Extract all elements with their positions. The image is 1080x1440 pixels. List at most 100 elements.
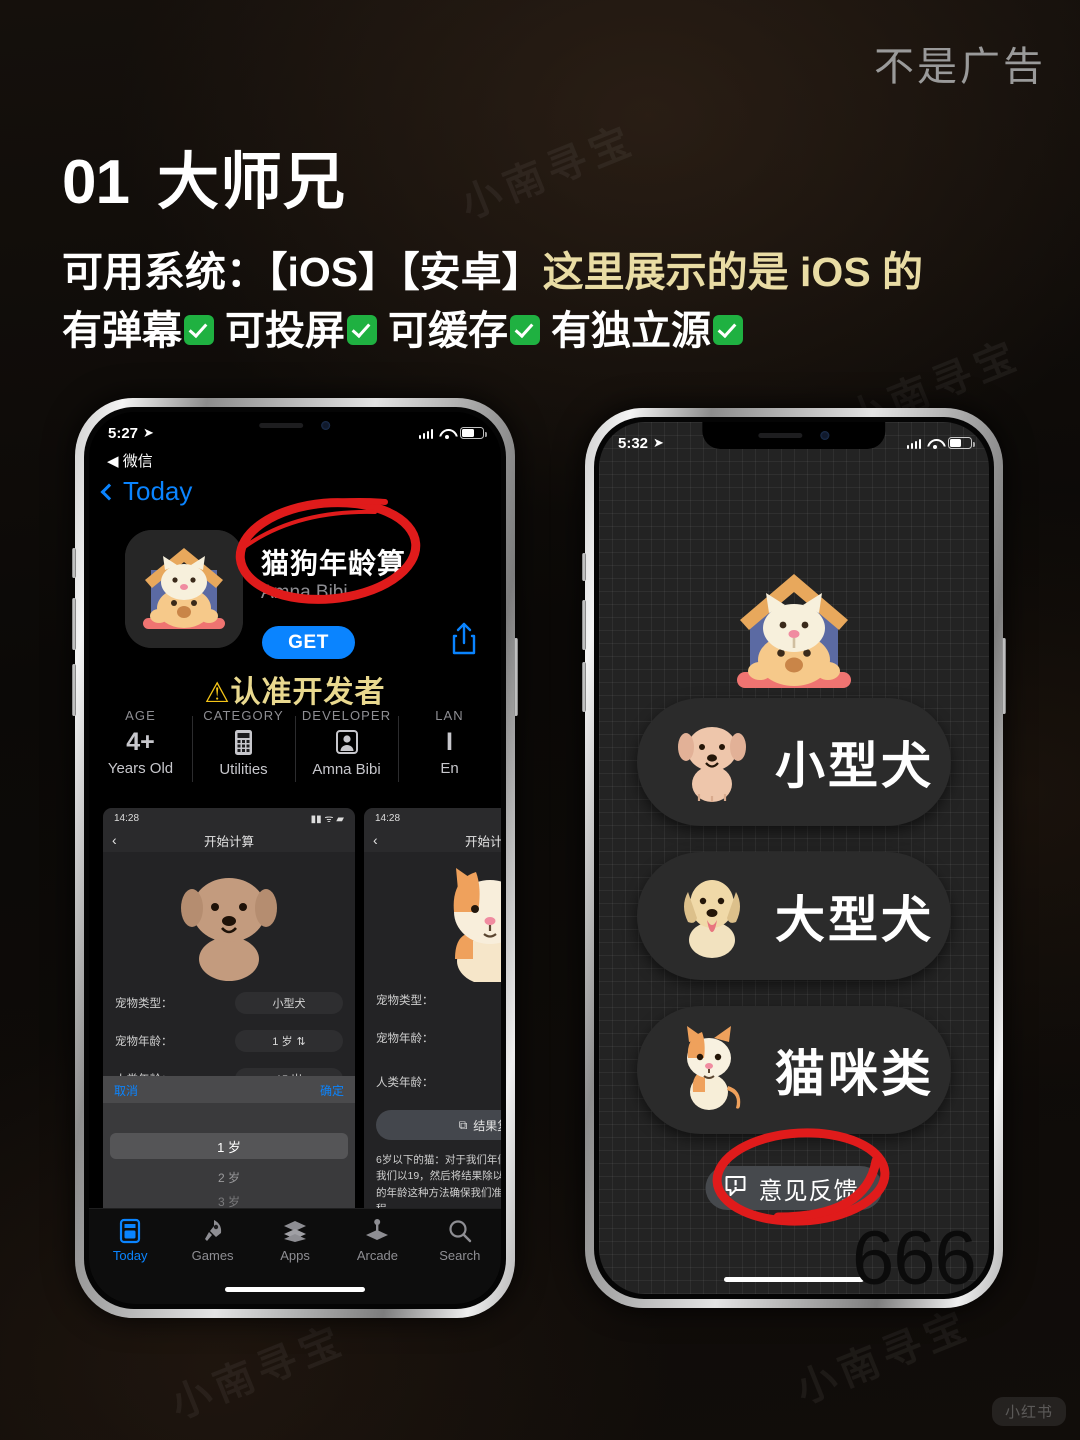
overlay-number: 666 — [852, 1216, 977, 1301]
large-dog-icon — [671, 870, 753, 963]
info-cell-age: AGE 4+ Years Old — [89, 704, 192, 796]
picker-toolbar: 取消 确定 — [103, 1077, 355, 1103]
picker-cancel-button[interactable]: 取消 — [114, 1082, 138, 1099]
option-label: 猫咪类 — [775, 1046, 934, 1102]
check-icon — [510, 315, 540, 345]
app-developer: Amna Bibi — [261, 582, 348, 603]
screenshot-1[interactable]: 14:28 ▮▮ ᯤ ▰ ‹ 开始计算 宠物类型： 小型犬 宠物年龄： 1 岁 … — [103, 808, 355, 1236]
check-icon — [347, 315, 377, 345]
app-icon[interactable] — [125, 530, 243, 648]
tab-label: Search — [439, 1248, 481, 1263]
row-label: 宠物类型： — [115, 998, 173, 1010]
tab-apps[interactable]: Apps — [254, 1218, 336, 1263]
speaker-icon — [758, 433, 803, 438]
platform-note: 这里展示的是 iOS 的 — [542, 249, 924, 295]
feedback-label: 意见反馈 — [758, 1177, 859, 1205]
mute-switch[interactable] — [72, 548, 76, 578]
screenshot-row-type: 宠物类型： 小型犬 — [115, 992, 343, 1014]
tab-games[interactable]: Games — [171, 1218, 253, 1263]
battery-icon — [460, 427, 487, 439]
info-value: 4+ — [126, 728, 155, 756]
app-info-bar: AGE 4+ Years Old CATEGORY Utilities DEVE… — [89, 704, 501, 796]
status-left: 5:27 ➤ — [108, 425, 154, 442]
check-icon — [184, 315, 214, 345]
screenshot-statusbar: 14:28 — [364, 808, 501, 828]
info-cell-language: LAN I En — [398, 704, 501, 796]
screenshot-time: 14:28 — [114, 812, 140, 824]
get-button[interactable]: GET — [262, 626, 355, 659]
power-button[interactable] — [1002, 638, 1006, 714]
watermark: 小南寻宝 — [454, 117, 643, 228]
language-icon: I — [446, 728, 453, 756]
home-indicator[interactable] — [225, 1287, 365, 1292]
feature-0: 有弹幕 — [62, 309, 182, 353]
phone-left: 5:27 ➤ ◀ 微信 Today 猫狗年龄算 Amna Bibi GET ⚠认… — [72, 398, 518, 1318]
front-camera-icon — [820, 431, 830, 440]
screenshot-row-age: 宠物年龄： — [376, 1030, 501, 1046]
nav-back-today[interactable]: Today — [100, 476, 192, 507]
power-button[interactable] — [514, 638, 518, 716]
chevron-left-icon: ‹ — [112, 832, 117, 848]
search-icon — [447, 1218, 473, 1244]
calculator-icon — [231, 729, 256, 756]
not-an-ad-label: 不是广告 — [874, 45, 1046, 89]
volume-up-button[interactable] — [582, 600, 586, 650]
picker-option[interactable]: 2 岁 — [103, 1169, 355, 1186]
status-right — [418, 427, 487, 439]
option-large-dog[interactable]: 大型犬 — [637, 852, 951, 980]
check-icon — [713, 315, 743, 345]
app-store-page: 5:27 ➤ ◀ 微信 Today 猫狗年龄算 Amna Bibi GET ⚠认… — [89, 412, 501, 1304]
tab-arcade[interactable]: Arcade — [336, 1218, 418, 1263]
info-sub: Utilities — [219, 761, 268, 778]
mute-switch[interactable] — [582, 553, 586, 581]
screenshot-title: 开始计算 — [203, 834, 254, 849]
back-to-wechat-link[interactable]: ◀ 微信 — [107, 450, 153, 471]
volume-down-button[interactable] — [582, 662, 586, 712]
volume-up-button[interactable] — [72, 598, 76, 650]
screenshot-row-type: 宠物类型： — [376, 992, 501, 1008]
info-label: AGE — [125, 708, 156, 723]
screenshot-status-icons: ▮▮ ᯤ ▰ — [310, 814, 344, 825]
picker-selected-row[interactable]: 1 岁 — [110, 1133, 348, 1159]
share-icon[interactable] — [451, 622, 477, 656]
tab-label: Today — [112, 1248, 148, 1263]
wifi-icon — [439, 428, 454, 439]
info-sub: En — [440, 760, 459, 777]
info-cell-developer: DEVELOPER Amna Bibi — [295, 704, 398, 796]
row-label: 宠物类型： — [376, 995, 434, 1007]
app-icon-art — [125, 530, 243, 648]
option-label: 小型犬 — [775, 738, 934, 794]
copy-result-button[interactable]: ⧉ 结果复制 — [376, 1110, 501, 1140]
home-indicator[interactable] — [724, 1277, 864, 1282]
signal-icon — [906, 438, 921, 449]
phone-right-screen: 5:32 ➤ 小型犬 大型犬 猫咪类 意见反馈 — [599, 422, 989, 1294]
screenshot-time: 14:28 — [375, 812, 401, 824]
option-cat[interactable]: 猫咪类 — [637, 1006, 951, 1134]
screenshot-title: 开始计算 — [464, 834, 501, 849]
row-label: 宠物年龄： — [376, 1033, 434, 1045]
picker-confirm-button[interactable]: 确定 — [320, 1082, 344, 1099]
small-dog-icon — [671, 716, 753, 809]
row-value: 小型犬 — [235, 992, 343, 1014]
volume-down-button[interactable] — [72, 664, 76, 716]
tab-today[interactable]: Today — [89, 1218, 171, 1263]
feedback-button[interactable]: 意见反馈 — [705, 1166, 883, 1210]
screenshot-header: ‹ 开始计算 — [103, 828, 355, 852]
copy-icon: ⧉ — [458, 1117, 468, 1132]
copy-result-label: 结果复制 — [473, 1118, 501, 1133]
app-title: 猫狗年龄算 — [261, 548, 407, 579]
option-label: 大型犬 — [775, 892, 934, 948]
tab-label: Games — [191, 1248, 234, 1263]
screenshot-carousel[interactable]: 14:28 ▮▮ ᯤ ▰ ‹ 开始计算 宠物类型： 小型犬 宠物年龄： 1 岁 … — [103, 808, 501, 1236]
person-icon — [334, 729, 359, 756]
tab-search[interactable]: Search — [419, 1218, 501, 1263]
option-small-dog[interactable]: 小型犬 — [637, 698, 951, 826]
title-index: 01 — [62, 148, 130, 217]
screenshot-header: ‹ 开始计算 — [364, 828, 501, 852]
info-label: CATEGORY — [203, 708, 284, 723]
battery-icon — [948, 437, 975, 449]
app-header: 猫狗年龄算 Amna Bibi GET — [89, 526, 501, 666]
screenshot-2[interactable]: 14:28 ‹ 开始计算 — [364, 808, 501, 1236]
wifi-icon — [927, 438, 942, 449]
screenshot-body: 宠物类型： 小型犬 宠物年龄： 1 岁 ⇅ 人类年龄： 15 岁 — [103, 852, 355, 1236]
